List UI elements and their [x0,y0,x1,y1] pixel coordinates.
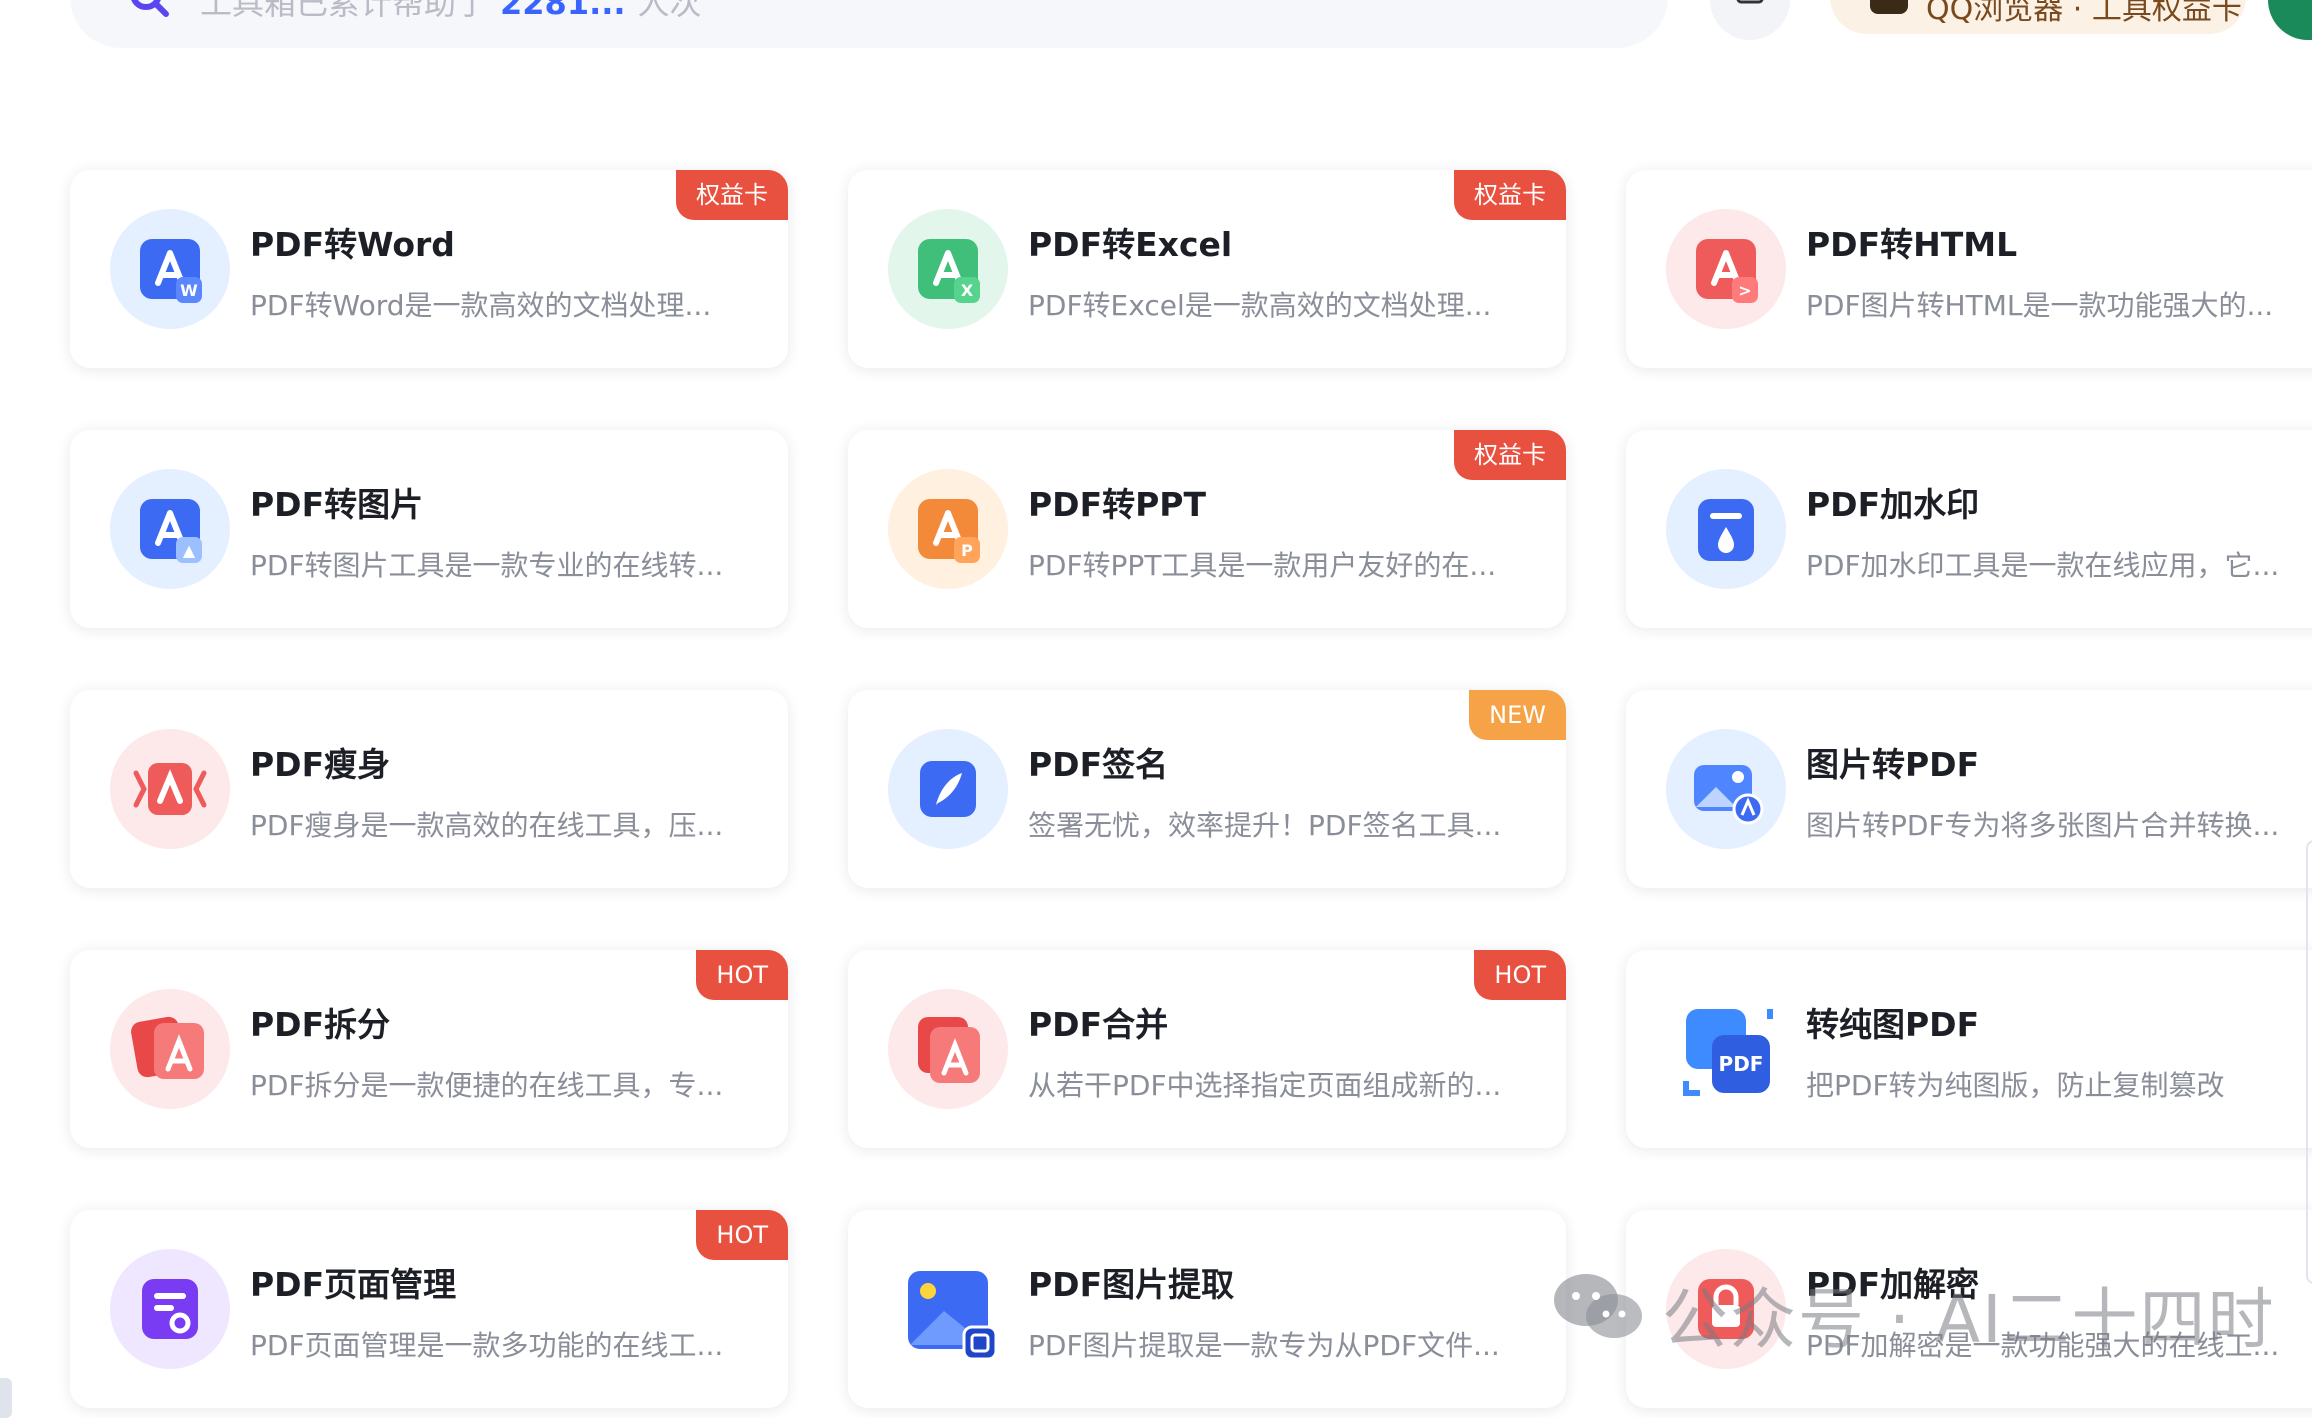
tool-title: PDF图片提取 [1028,1265,1235,1304]
tool-title: PDF转Excel [1028,225,1233,264]
signature-icon [888,729,1008,849]
tool-title: PDF合并 [1028,1005,1169,1044]
tool-card[interactable]: W PDF转Word PDF转Word是一款高效的文档处理... 权益卡 [70,170,788,368]
badge-benefit: 权益卡 [1454,430,1566,480]
pdf-to-html-icon: > [1666,209,1786,329]
tool-description: PDF图片转HTML是一款功能强大的... [1806,289,2274,322]
tool-title: PDF拆分 [250,1005,391,1044]
tool-title: PDF转HTML [1806,225,2018,264]
tool-card[interactable]: PDF加水印 PDF加水印工具是一款在线应用，它... [1626,430,2312,628]
tool-card[interactable]: P PDF转PPT PDF转PPT工具是一款用户友好的在... 权益卡 [848,430,1566,628]
tool-description: PDF瘦身是一款高效的在线工具，压... [250,809,724,842]
tool-description: 从若干PDF中选择指定页面组成新的... [1028,1069,1502,1102]
badge-hot: HOT [1474,950,1566,1000]
svg-text:W: W [180,281,198,300]
badge-new: NEW [1469,690,1566,740]
tool-card[interactable]: > PDF转HTML PDF图片转HTML是一款功能强大的... [1626,170,2312,368]
svg-text:P: P [961,541,973,560]
tool-card[interactable]: PDF签名签署无忧，效率提升！PDF签名工具... NEW [848,690,1566,888]
right-side-rail[interactable] [2306,840,2312,1284]
pdf-to-image-icon: ▲ [110,469,230,589]
svg-text:PDF: PDF [1719,1052,1764,1076]
tool-title: 转纯图PDF [1806,1005,1980,1044]
tool-description: PDF页面管理是一款多功能的在线工... [250,1329,724,1362]
merge-icon [888,989,1008,1109]
tool-title: PDF页面管理 [250,1265,457,1304]
tool-description: PDF转Word是一款高效的文档处理... [250,289,712,322]
wechat-icon [1554,1274,1642,1338]
pdf-to-ppt-icon: P [888,469,1008,589]
tool-card[interactable]: PDF瘦身 PDF瘦身是一款高效的在线工具，压... [70,690,788,888]
tool-card[interactable]: PDF拆分 PDF拆分是一款便捷的在线工具，专... HOT [70,950,788,1148]
watermark-text: 公众号 · AI二十四时 [1662,1281,2276,1358]
split-icon [110,989,230,1109]
tool-title: PDF加水印 [1806,485,1980,524]
badge-hot: HOT [696,1210,788,1260]
tool-description: 图片转PDF专为将多张图片合并转换... [1806,809,2280,842]
tool-description: PDF加水印工具是一款在线应用，它... [1806,549,2280,582]
tool-card[interactable]: PDF图片提取 PDF图片提取是一款专为从PDF文件... [848,1210,1566,1408]
badge-hot: HOT [696,950,788,1000]
tool-description: PDF图片提取是一款专为从PDF文件... [1028,1329,1500,1362]
tool-description: 把PDF转为纯图版，防止复制篡改 [1806,1069,2225,1102]
svg-text:▲: ▲ [183,541,196,560]
tool-card[interactable]: PDF页面管理 PDF页面管理是一款多功能的在线工... HOT [70,1210,788,1408]
image-extract-icon [888,1249,1008,1369]
pdf-to-word-icon: W [110,209,230,329]
side-tab[interactable] [0,1378,12,1418]
tool-title: PDF转图片 [250,485,424,524]
badge-benefit: 权益卡 [676,170,788,220]
tool-description: PDF转Excel是一款高效的文档处理... [1028,289,1492,322]
tool-card[interactable]: PDF合并从若干PDF中选择指定页面组成新的... HOT [848,950,1566,1148]
image-to-pdf-icon [1666,729,1786,849]
tool-title: 图片转PDF [1806,745,1980,784]
tool-grid: W PDF转Word PDF转Word是一款高效的文档处理... 权益卡 X PDF转Ex… [0,0,2312,1408]
tool-title: PDF转PPT [1028,485,1207,524]
page-manage-icon [110,1249,230,1369]
watermark-icon [1666,469,1786,589]
pdf-to-excel-icon: X [888,209,1008,329]
tool-description: 签署无忧，效率提升！PDF签名工具... [1028,809,1502,842]
tool-title: PDF瘦身 [250,745,391,784]
tool-card[interactable]: PDF 转纯图PDF 把PDF转为纯图版，防止复制篡改 [1626,950,2312,1148]
tool-description: PDF拆分是一款便捷的在线工具，专... [250,1069,724,1102]
tool-description: PDF转图片工具是一款专业的在线转... [250,549,724,582]
compress-icon [110,729,230,849]
svg-text:>: > [1738,281,1751,300]
tool-title: PDF签名 [1028,745,1169,784]
tool-title: PDF转Word [250,225,455,264]
tool-card[interactable]: 图片转PDF 图片转PDF专为将多张图片合并转换... [1626,690,2312,888]
tool-card[interactable]: ▲ PDF转图片 PDF转图片工具是一款专业的在线转... [70,430,788,628]
tool-description: PDF转PPT工具是一款用户友好的在... [1028,549,1497,582]
tool-card[interactable]: X PDF转Excel PDF转Excel是一款高效的文档处理... 权益卡 [848,170,1566,368]
svg-text:X: X [961,281,974,300]
badge-benefit: 权益卡 [1454,170,1566,220]
pure-image-pdf-icon: PDF [1666,989,1786,1109]
